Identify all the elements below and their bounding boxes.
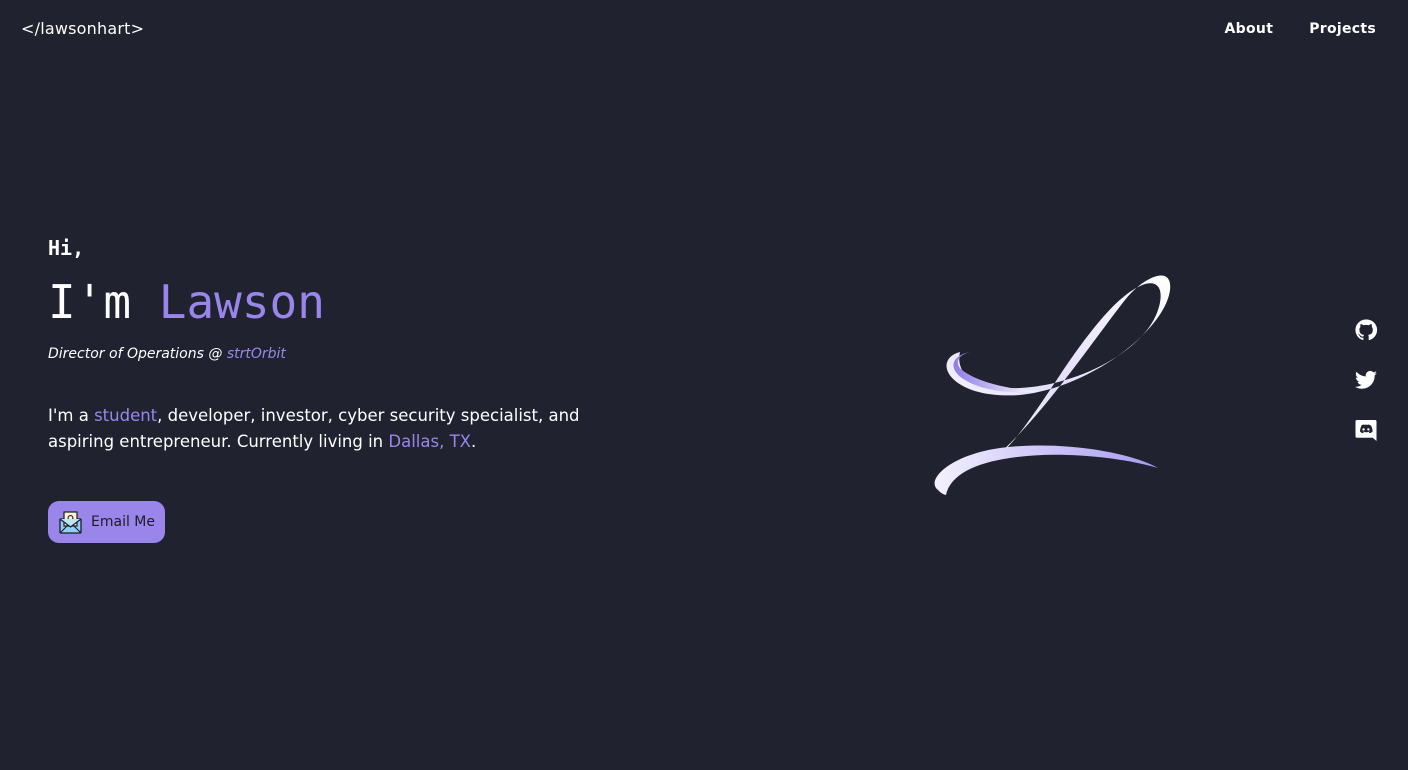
role-line: Director of Operations @ strtOrbit xyxy=(48,346,286,362)
page-title: I'm Lawson xyxy=(48,274,325,330)
top-nav: About Projects xyxy=(1225,21,1376,37)
email-me-button[interactable]: Email Me xyxy=(48,501,165,543)
bio-highlight-student: student xyxy=(94,406,158,425)
bio-paragraph: I'm a student, developer, investor, cybe… xyxy=(48,403,648,455)
github-icon xyxy=(1355,319,1378,341)
site-logo[interactable]: </lawsonhart> xyxy=(21,19,144,38)
twitter-link[interactable] xyxy=(1354,368,1378,392)
page: </lawsonhart> About Projects Hi, I'm Law… xyxy=(0,0,1408,770)
org-link[interactable]: strtOrbit xyxy=(227,346,286,362)
github-link[interactable] xyxy=(1354,318,1378,342)
role-prefix: Director of Operations @ xyxy=(48,346,227,362)
nav-about[interactable]: About xyxy=(1225,21,1274,37)
twitter-icon xyxy=(1355,370,1377,389)
social-links xyxy=(1354,318,1378,442)
headline-name: Lawson xyxy=(158,275,325,329)
l-monogram-logo xyxy=(934,275,1171,495)
discord-link[interactable] xyxy=(1354,418,1378,442)
email-me-label: Email Me xyxy=(91,514,155,530)
discord-icon xyxy=(1355,420,1377,441)
envelope-icon xyxy=(59,510,82,534)
bio-text-1: I'm a xyxy=(48,406,95,425)
headline-lead: I'm xyxy=(48,275,159,329)
nav-projects[interactable]: Projects xyxy=(1309,21,1376,37)
bio-highlight-location: Dallas, TX xyxy=(388,432,471,451)
greeting: Hi, xyxy=(48,236,85,260)
bio-text-3: . xyxy=(470,432,477,451)
